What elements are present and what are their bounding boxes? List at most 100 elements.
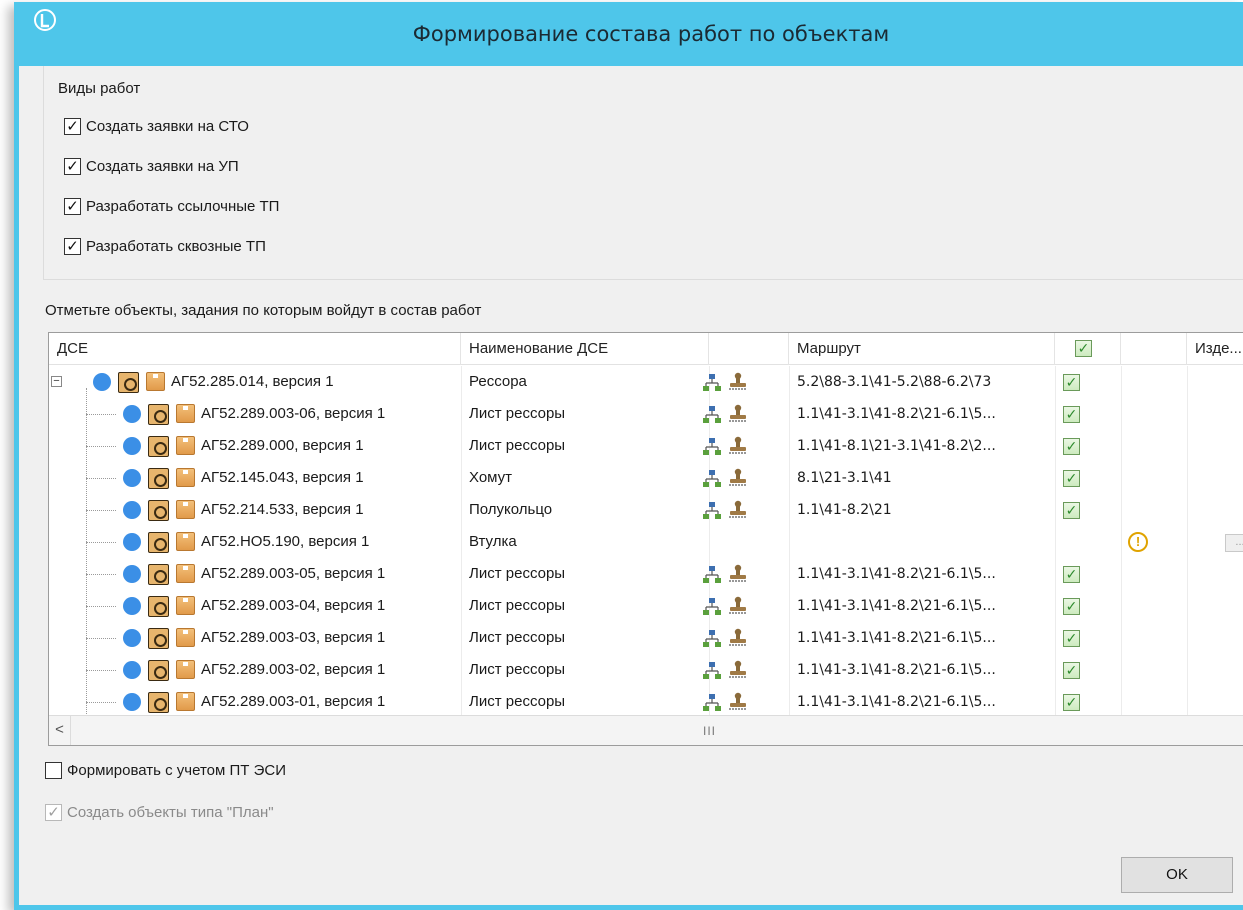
document-icon [176,468,195,487]
include-checkbox[interactable]: ✓ [1063,502,1080,519]
header-check-icon[interactable]: ✓ [1075,340,1092,357]
status-dot-icon [123,693,141,711]
dse-name-cell: Втулка [469,533,517,550]
grid-body: − АГ52.285.014, версия 1 Рессора 5.2\88-3.1… [49,366,1243,715]
column-header-dse[interactable]: ДСЕ [49,333,461,365]
checkbox-box[interactable]: ✓ [64,198,81,215]
dse-cell: АГ52.289.000, версия 1 [201,437,364,454]
table-row[interactable]: АГ52.НО5.190, версия 1 Втулка!... [49,526,1243,558]
structure-tree-icon[interactable] [702,694,722,712]
grid-header: ДСЕ Наименование ДСЕ Маршрут ✓ Изде... [49,333,1243,365]
table-row[interactable]: − АГ52.285.014, версия 1 Рессора 5.2\88-3.1… [49,366,1243,398]
structure-tree-icon[interactable] [702,374,722,392]
dse-cell: АГ52.289.003-04, версия 1 [201,597,386,614]
route-cell: 1.1\41-3.1\41-8.2\21-6.1\5... [797,630,996,646]
dse-cell: АГ52.289.003-02, версия 1 [201,661,386,678]
table-row[interactable]: АГ52.289.003-06, версия 1 Лист рессоры 1.1… [49,398,1243,430]
structure-tree-icon[interactable] [702,566,722,584]
approval-stamp-icon[interactable] [727,564,749,584]
structure-tree-icon[interactable] [702,598,722,616]
checkbox-up[interactable]: ✓ Создать заявки на УП [64,158,239,175]
include-checkbox[interactable]: ✓ [1063,566,1080,583]
table-row[interactable]: АГ52.289.003-02, версия 1 Лист рессоры 1.1… [49,654,1243,686]
checkbox-box[interactable]: ✓ [64,158,81,175]
title-bar[interactable]: Формирование состава работ по объектам [19,2,1243,66]
structure-tree-icon[interactable] [702,406,722,424]
status-dot-icon [123,661,141,679]
checkbox-sto[interactable]: ✓ Создать заявки на СТО [64,118,249,135]
table-row[interactable]: АГ52.214.533, версия 1 Полукольцо 1.1\41-8… [49,494,1243,526]
status-dot-icon [123,501,141,519]
checkbox-box[interactable]: ✓ [64,238,81,255]
checkbox-ref-tp[interactable]: ✓ Разработать ссылочные ТП [64,198,279,215]
include-checkbox[interactable]: ✓ [1063,662,1080,679]
document-icon [176,660,195,679]
route-cell: 1.1\41-3.1\41-8.2\21-6.1\5... [797,694,996,710]
document-icon [176,436,195,455]
structure-tree-icon[interactable] [702,470,722,488]
approval-stamp-icon[interactable] [727,500,749,520]
approval-stamp-icon[interactable] [727,436,749,456]
approval-stamp-icon[interactable] [727,372,749,392]
include-checkbox[interactable]: ✓ [1063,694,1080,711]
part-icon [148,500,169,521]
route-cell: 1.1\41-8.1\21-3.1\41-8.2\2... [797,438,996,454]
include-checkbox[interactable]: ✓ [1063,598,1080,615]
tree-connector-line [86,606,116,607]
objects-tree-grid[interactable]: ДСЕ Наименование ДСЕ Маршрут ✓ Изде... −… [48,332,1243,746]
part-icon [148,628,169,649]
approval-stamp-icon[interactable] [727,596,749,616]
document-icon [176,628,195,647]
dse-cell: АГ52.145.043, версия 1 [201,469,364,486]
table-row[interactable]: АГ52.145.043, версия 1 Хомут 8.1\21-3.1\41… [49,462,1243,494]
structure-tree-icon[interactable] [702,630,722,648]
tree-connector-line [86,510,116,511]
include-checkbox[interactable]: ✓ [1063,406,1080,423]
column-header-check[interactable]: ✓ [1055,333,1121,365]
table-row[interactable]: АГ52.289.003-01, версия 1 Лист рессоры 1.1… [49,686,1243,718]
route-cell: 1.1\41-3.1\41-8.2\21-6.1\5... [797,566,996,582]
approval-stamp-icon[interactable] [727,468,749,488]
checkbox-box[interactable] [45,762,62,779]
structure-tree-icon[interactable] [702,502,722,520]
column-header-dse-name[interactable]: Наименование ДСЕ [461,333,709,365]
table-row[interactable]: АГ52.289.003-03, версия 1 Лист рессоры 1.1… [49,622,1243,654]
include-checkbox[interactable]: ✓ [1063,470,1080,487]
scroll-grip-icon[interactable]: III [703,724,716,738]
tree-connector-line [86,446,116,447]
route-cell: 8.1\21-3.1\41 [797,470,892,486]
dse-name-cell: Лист рессоры [469,693,566,710]
column-header-status[interactable] [1121,333,1187,365]
approval-stamp-icon[interactable] [727,404,749,424]
structure-tree-icon[interactable] [702,662,722,680]
horizontal-scrollbar[interactable]: < III [49,715,1243,745]
document-icon [176,404,195,423]
checkbox-through-tp[interactable]: ✓ Разработать сквозные ТП [64,238,266,255]
include-checkbox[interactable]: ✓ [1063,374,1080,391]
checkbox-with-pt-esi[interactable]: Формировать с учетом ПТ ЭСИ [45,762,286,779]
part-icon [148,404,169,425]
column-header-product[interactable]: Изде... [1187,333,1243,365]
approval-stamp-icon[interactable] [727,660,749,680]
table-row[interactable]: АГ52.289.003-04, версия 1 Лист рессоры 1.1… [49,590,1243,622]
select-product-button[interactable]: ... [1225,534,1243,552]
column-header-route[interactable]: Маршрут [789,333,1055,365]
checkbox-label: Создать объекты типа "План" [67,804,274,821]
include-checkbox[interactable]: ✓ [1063,630,1080,647]
dse-name-cell: Лист рессоры [469,565,566,582]
structure-tree-icon[interactable] [702,438,722,456]
include-checkbox[interactable]: ✓ [1063,438,1080,455]
table-row[interactable]: АГ52.289.000, версия 1 Лист рессоры 1.1\41… [49,430,1243,462]
ok-button[interactable]: OK [1121,857,1233,893]
approval-stamp-icon[interactable] [727,628,749,648]
work-types-group: Виды работ ✓ Создать заявки на СТО ✓ Соз… [43,66,1243,280]
checkbox-box[interactable]: ✓ [64,118,81,135]
document-icon [146,372,165,391]
scroll-left-arrow-icon[interactable]: < [49,716,71,745]
approval-stamp-icon[interactable] [727,692,749,712]
part-icon [148,468,169,489]
table-row[interactable]: АГ52.289.003-05, версия 1 Лист рессоры 1.1… [49,558,1243,590]
route-cell: 1.1\41-3.1\41-8.2\21-6.1\5... [797,662,996,678]
collapse-toggle-icon[interactable]: − [51,376,62,387]
column-header-icons[interactable] [709,333,789,365]
